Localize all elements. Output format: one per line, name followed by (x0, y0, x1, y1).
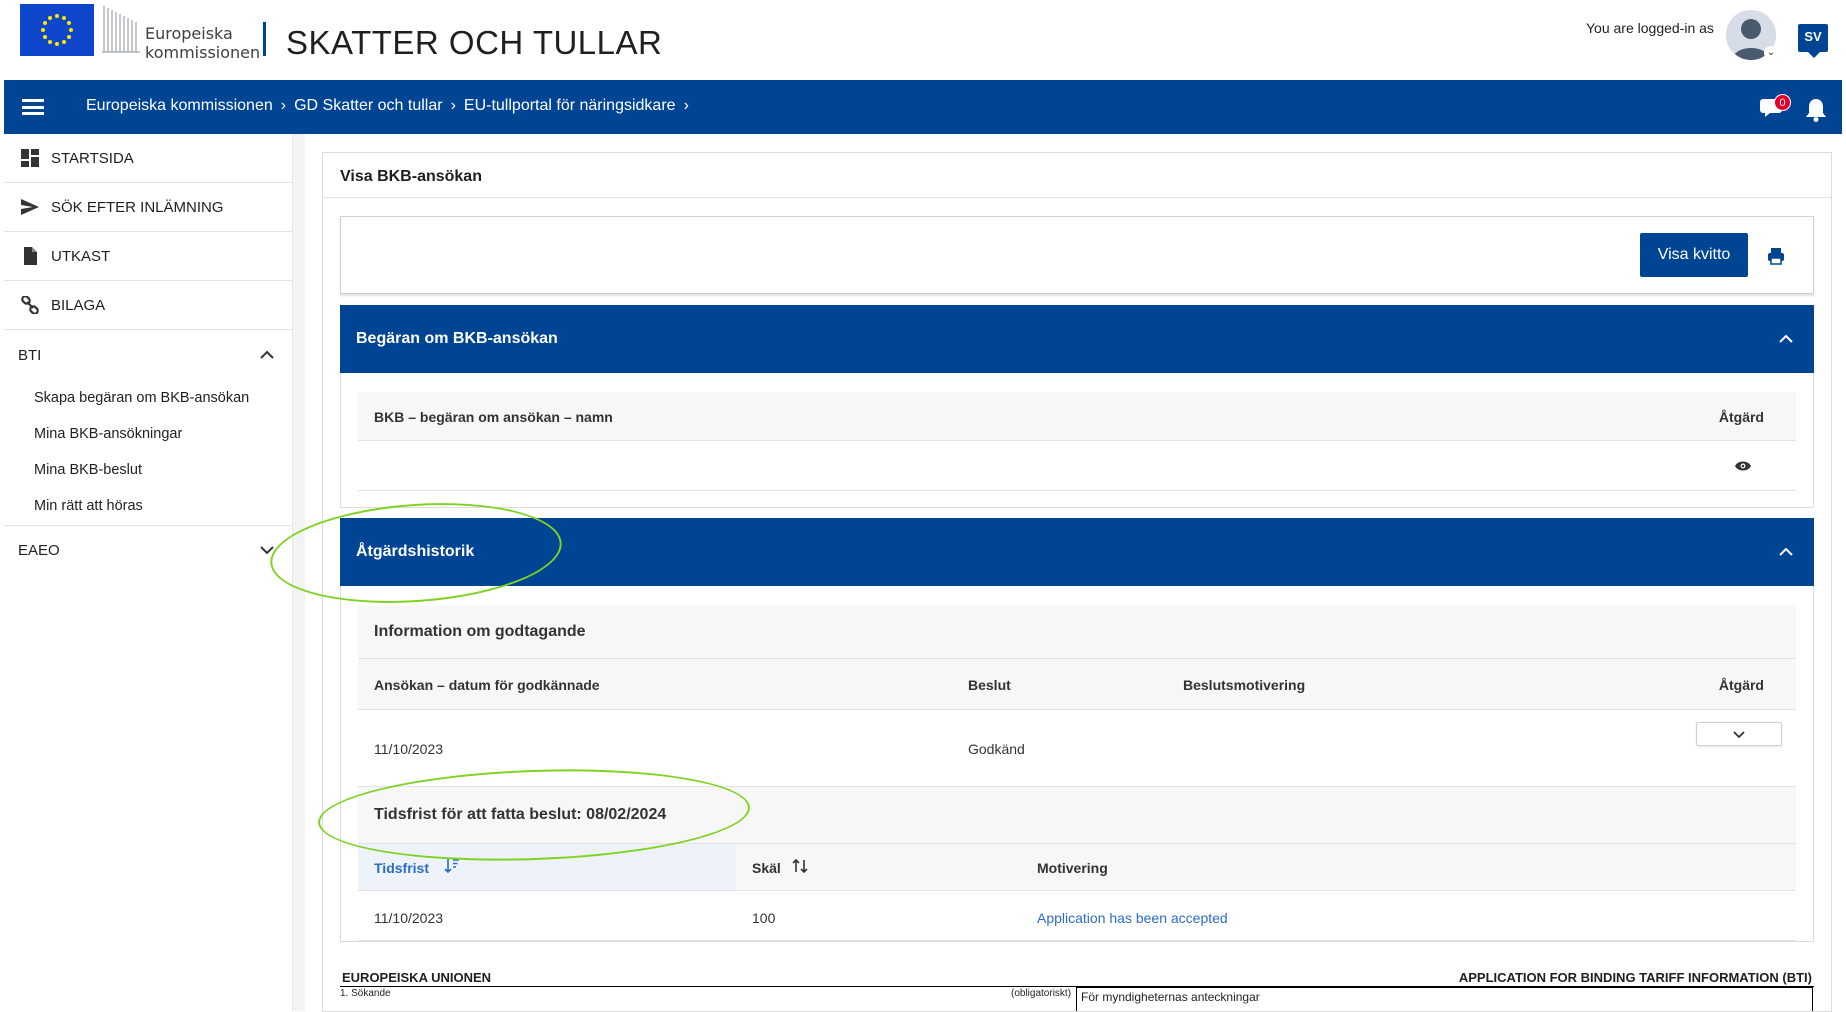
approval-info-heading: Information om godtagande (358, 606, 1796, 658)
request-section-title: Begäran om BKB-ansökan (356, 330, 558, 347)
form-authority-label: För myndigheternas anteckningar (1081, 990, 1260, 1004)
history-section-header[interactable]: Åtgärdshistorik (340, 518, 1814, 586)
sidebar-item-label: STARTSIDA (51, 149, 134, 167)
chevron-down-icon (1733, 731, 1745, 739)
sidebar-group-eaeo[interactable]: EAEO (4, 526, 293, 574)
row-divider (358, 709, 1796, 710)
deadline-reason-cell: 100 (752, 910, 776, 926)
row-divider (358, 490, 1796, 491)
title-divider (323, 197, 1831, 198)
row-divider (358, 890, 1796, 891)
sidebar-item-utkast[interactable]: UTKAST (4, 232, 293, 281)
deadline-table-header-bg (736, 844, 1796, 890)
sidebar-subitem-skapa[interactable]: Skapa begäran om BKB-ansökan (34, 390, 249, 406)
logo-separator (263, 22, 266, 56)
row-expand-button[interactable] (1696, 722, 1782, 746)
language-selector[interactable]: SV (1798, 24, 1828, 58)
approval-date-cell: 11/10/2023 (374, 741, 444, 757)
sidebar-item-startsida[interactable]: STARTSIDA (4, 134, 293, 183)
breadcrumb: Europeiska kommissionen › GD Skatter och… (86, 97, 697, 115)
form-right-title: APPLICATION FOR BINDING TARIFF INFORMATI… (1458, 970, 1812, 985)
col-decision-motivation: Beslutsmotivering (1183, 677, 1306, 693)
send-icon (21, 198, 39, 216)
commission-logo-text: Europeiska kommissionen (145, 24, 261, 62)
sidebar-subitem-ansokningar[interactable]: Mina BKB-ansökningar (34, 426, 182, 442)
sidebar-group-label: BTI (18, 346, 42, 364)
sidebar-item-label: UTKAST (51, 247, 111, 265)
sort-both-icon[interactable] (792, 858, 808, 874)
login-status-text: You are logged-in as (1586, 20, 1714, 36)
form-left-title: EUROPEISKA UNIONEN (342, 970, 492, 985)
col-action: Åtgärd (1718, 677, 1764, 693)
approval-decision-cell: Godkänd (968, 741, 1025, 757)
eye-icon[interactable] (1735, 459, 1751, 471)
eu-flag-logo[interactable] (20, 4, 94, 56)
form-field-required-note: (obligatoriskt) (1011, 988, 1072, 999)
site-title: SKATTER OCH TULLAR (286, 24, 663, 61)
sidebar-item-label: BILAGA (51, 296, 106, 314)
breadcrumb-separator-icon: › (683, 97, 689, 114)
sidebar: STARTSIDA SÖK EFTER INLÄMNING UTKAST BIL… (4, 134, 293, 1011)
breadcrumb-separator-icon: › (280, 97, 287, 114)
deadline-date-cell: 11/10/2023 (374, 910, 444, 926)
dashboard-icon (21, 149, 39, 167)
approval-table-header: Ansökan – datum för godkännade Beslut Be… (358, 659, 1796, 709)
main-navbar: Europeiska kommissionen › GD Skatter och… (4, 80, 1842, 134)
page-title: Visa BKB-ansökan (340, 168, 482, 185)
request-section-header[interactable]: Begäran om BKB-ansökan (340, 305, 1814, 373)
sidebar-group-label: EAEO (18, 541, 60, 559)
col-application-date: Ansökan – datum för godkännade (374, 677, 600, 693)
breadcrumb-item[interactable]: Europeiska kommissionen (86, 97, 273, 115)
breadcrumb-separator-icon: › (450, 97, 456, 114)
form-field-applicant: 1. Sökande (340, 988, 391, 999)
row-divider (358, 440, 1796, 441)
deadline-motivation-link[interactable]: Application has been accepted (1037, 910, 1228, 926)
chevron-up-icon[interactable] (1778, 331, 1794, 347)
print-icon[interactable] (1766, 246, 1786, 266)
col-decision: Beslut (968, 677, 1011, 693)
view-receipt-button[interactable]: Visa kvitto (1640, 233, 1748, 277)
bell-icon[interactable] (1805, 98, 1827, 122)
chevron-up-icon[interactable] (259, 347, 275, 363)
col-name-header: BKB – begäran om ansökan – namn (374, 409, 613, 425)
notification-badge: 0 (1774, 94, 1791, 111)
col-motivation-header: Motivering (1037, 860, 1108, 876)
sort-descending-icon[interactable] (444, 858, 460, 874)
action-toolbar (340, 216, 1814, 294)
sidebar-item-sok[interactable]: SÖK EFTER INLÄMNING (4, 183, 293, 232)
sidebar-subitem-beslut[interactable]: Mina BKB-beslut (34, 462, 142, 478)
chevron-up-icon[interactable] (1778, 544, 1794, 560)
sidebar-subitem-ratt-att-horas[interactable]: Min rätt att höras (34, 498, 143, 514)
row-divider (358, 940, 1796, 941)
menu-icon[interactable] (22, 99, 44, 115)
breadcrumb-item[interactable]: EU-tullportal för näringsidkare (464, 97, 676, 115)
sidebar-item-bilaga[interactable]: BILAGA (4, 281, 293, 330)
avatar-chevron-icon[interactable]: ⌄ (1764, 46, 1778, 60)
document-icon (21, 247, 39, 265)
sidebar-group-bti[interactable]: BTI (4, 331, 293, 379)
col-deadline-header[interactable]: Tidsfrist (374, 860, 429, 876)
form-authority-box: För myndigheternas anteckningar (1076, 987, 1813, 1011)
sidebar-item-label: SÖK EFTER INLÄMNING (51, 198, 224, 216)
commission-building-logo (100, 2, 142, 56)
col-reason-header[interactable]: Skäl (752, 860, 781, 876)
col-action-header: Åtgärd (1718, 409, 1764, 425)
site-header: Europeiska kommissionen SKATTER OCH TULL… (0, 0, 1846, 80)
request-table-header: BKB – begäran om ansökan – namn Åtgärd (358, 392, 1796, 440)
approval-info-title: Information om godtagande (374, 623, 586, 640)
link-icon (21, 295, 39, 315)
breadcrumb-item[interactable]: GD Skatter och tullar (294, 97, 443, 115)
